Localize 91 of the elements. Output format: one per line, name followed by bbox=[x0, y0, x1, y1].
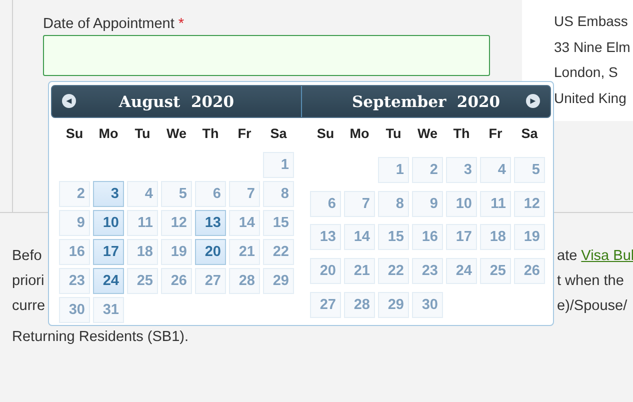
weekday-label: Fr bbox=[236, 125, 252, 143]
date-cell: 4 bbox=[480, 156, 511, 183]
date-cell: 13 bbox=[310, 224, 341, 250]
date-cell: 21 bbox=[229, 239, 260, 265]
date-cell[interactable]: 3 bbox=[93, 181, 124, 207]
date-cell[interactable]: 17 bbox=[93, 239, 124, 265]
date-cell: 25 bbox=[127, 268, 158, 294]
month-title: September 2020 bbox=[352, 92, 500, 111]
date-cell: 28 bbox=[344, 292, 375, 318]
date-cell: 21 bbox=[344, 258, 375, 284]
date-cell: 9 bbox=[412, 190, 443, 217]
date-cell: 15 bbox=[378, 224, 409, 250]
weekday-label: Tu bbox=[134, 125, 152, 143]
date-cell: 23 bbox=[59, 268, 90, 294]
date-cell: 30 bbox=[59, 297, 90, 323]
date-cell: 1 bbox=[378, 156, 409, 183]
date-cell: 15 bbox=[263, 210, 294, 236]
date-input-field[interactable] bbox=[43, 35, 490, 76]
month-title: August 2020 bbox=[118, 92, 234, 111]
date-cell: 18 bbox=[480, 224, 511, 250]
date-cell: 27 bbox=[310, 292, 341, 318]
date-cell: 8 bbox=[263, 181, 294, 207]
date-cell: 2 bbox=[412, 156, 443, 183]
address-line: London, S bbox=[554, 63, 619, 82]
date-cell: 29 bbox=[263, 268, 294, 294]
weekday-label: Fr bbox=[488, 125, 504, 143]
paragraph-text: Befo bbox=[12, 247, 42, 266]
visa-bulletin-link[interactable]: Visa Bul bbox=[581, 248, 633, 264]
date-cell: 5 bbox=[514, 156, 545, 183]
weekday-label: Mo bbox=[98, 125, 120, 143]
weekday-label: Tu bbox=[384, 125, 402, 143]
date-cell: 8 bbox=[378, 190, 409, 217]
date-cell: 10 bbox=[446, 190, 477, 217]
date-cell: 2 bbox=[59, 181, 90, 207]
weekday-label: Su bbox=[316, 125, 336, 143]
date-cell: 7 bbox=[344, 190, 375, 217]
date-cell: 26 bbox=[514, 258, 545, 284]
date-cell[interactable]: 24 bbox=[93, 268, 124, 294]
date-cell: 6 bbox=[310, 190, 341, 217]
date-cell: 23 bbox=[412, 258, 443, 284]
paragraph-text: priori bbox=[12, 272, 44, 291]
date-cell: 4 bbox=[127, 181, 158, 207]
date-cell: 26 bbox=[161, 268, 192, 294]
date-cell: 25 bbox=[480, 258, 511, 284]
date-cell: 29 bbox=[378, 292, 409, 318]
date-cell[interactable]: 10 bbox=[93, 210, 124, 236]
date-cell: 19 bbox=[514, 224, 545, 250]
date-cell: 22 bbox=[378, 258, 409, 284]
address-line: 33 Nine Elm bbox=[554, 38, 632, 56]
date-cell: 27 bbox=[195, 268, 226, 294]
weekday-label: We bbox=[416, 125, 438, 143]
date-cell: 16 bbox=[412, 224, 443, 250]
paragraph-text: ate Visa Bul bbox=[557, 247, 633, 266]
date-cell: 14 bbox=[229, 210, 260, 236]
date-cell: 24 bbox=[446, 258, 477, 284]
address-line: US Embass bbox=[554, 12, 629, 31]
weekday-label: Su bbox=[64, 125, 84, 143]
date-cell: 9 bbox=[59, 210, 90, 236]
date-cell: 12 bbox=[161, 210, 192, 236]
weekday-label: Sa bbox=[520, 125, 539, 143]
date-cell: 14 bbox=[344, 224, 375, 250]
date-cell: 20 bbox=[310, 258, 341, 284]
date-cell: 12 bbox=[514, 190, 545, 217]
paragraph-text: t when the bbox=[557, 272, 624, 291]
date-cell: 5 bbox=[161, 181, 192, 207]
paragraph-text: e)/Spouse/ bbox=[557, 297, 628, 316]
date-cell: 3 bbox=[446, 156, 477, 183]
paragraph-text: Returning Residents (SB1). bbox=[12, 328, 188, 347]
date-cell: 30 bbox=[412, 292, 443, 318]
date-cell: 31 bbox=[93, 297, 124, 323]
date-cell: 17 bbox=[446, 224, 477, 250]
date-cell: 11 bbox=[127, 210, 158, 236]
date-cell: 1 bbox=[263, 152, 294, 178]
date-cell: 11 bbox=[480, 190, 511, 217]
weekday-label: Sa bbox=[269, 125, 288, 143]
date-cell: 22 bbox=[263, 239, 294, 265]
paragraph-text: curre bbox=[12, 297, 46, 316]
date-cell: 18 bbox=[127, 239, 158, 265]
date-cell[interactable]: 20 bbox=[195, 239, 226, 265]
date-cell: 16 bbox=[59, 239, 90, 265]
date-cell: 7 bbox=[229, 181, 260, 207]
date-cell: 28 bbox=[229, 268, 260, 294]
weekday-label: We bbox=[165, 125, 188, 143]
address-line: United King bbox=[554, 88, 628, 108]
date-cell: 19 bbox=[161, 239, 192, 265]
field-label: Date of Appointment * bbox=[43, 16, 186, 32]
date-cell: 6 bbox=[195, 181, 226, 207]
weekday-label: Mo bbox=[348, 125, 370, 143]
date-cell[interactable]: 13 bbox=[195, 210, 226, 236]
weekday-label: Th bbox=[201, 125, 220, 143]
weekday-label: Th bbox=[452, 125, 471, 143]
